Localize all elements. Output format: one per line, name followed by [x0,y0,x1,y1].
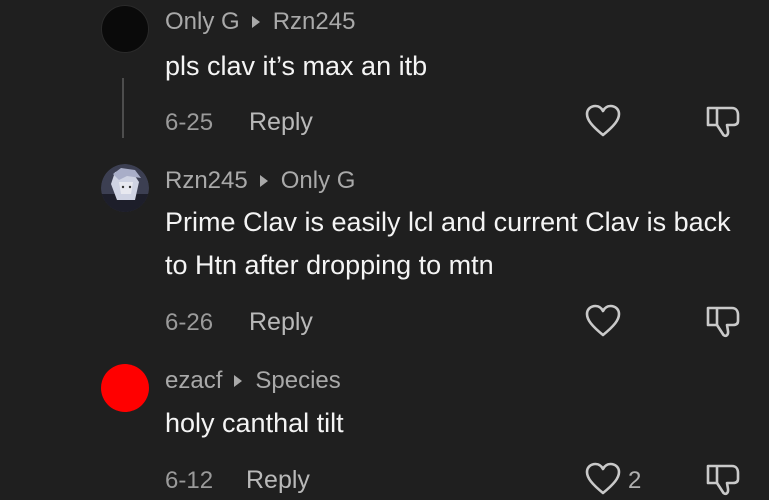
comment-date: 6-12 [165,467,214,494]
triangle-right-icon [259,175,268,187]
comment-text: Prime Clav is easily lcl and current Cla… [165,207,731,280]
reply-to-name[interactable]: Only G [281,167,356,195]
triangle-right-icon [251,16,260,28]
reply-button[interactable]: Reply [249,108,313,137]
reply-button[interactable]: Reply [249,308,313,337]
reply-to-name[interactable]: Species [255,367,340,395]
avatar[interactable] [101,164,149,212]
like-count: 2 [628,467,642,494]
thumbs-down-icon[interactable] [705,104,741,138]
comment-date: 6-25 [165,109,214,136]
comment-text: pls clav it’s max an itb [165,51,428,81]
thumbs-down-icon[interactable] [705,462,741,496]
reply-button[interactable]: Reply [246,466,310,495]
reply-to-name[interactable]: Rzn245 [273,8,356,36]
avatar[interactable] [101,5,149,53]
thumbs-down-icon[interactable] [705,304,741,338]
heart-icon[interactable] [585,104,621,138]
thread-line [122,78,124,138]
comment-text: holy canthal tilt [165,408,344,438]
comment-thread: Only G Rzn245 pls clav it’s max an itb 6… [0,0,769,500]
heart-icon[interactable] [585,304,621,338]
author-name[interactable]: ezacf [165,367,222,395]
avatar[interactable] [101,364,149,412]
comment-meta: ezacf Species [165,367,341,395]
comment-meta: Only G Rzn245 [165,8,355,36]
heart-icon[interactable] [585,462,621,496]
comment-date: 6-26 [165,309,214,336]
triangle-right-icon [234,375,243,387]
author-name[interactable]: Only G [165,8,240,36]
author-name[interactable]: Rzn245 [165,167,248,195]
comment-meta: Rzn245 Only G [165,167,355,195]
